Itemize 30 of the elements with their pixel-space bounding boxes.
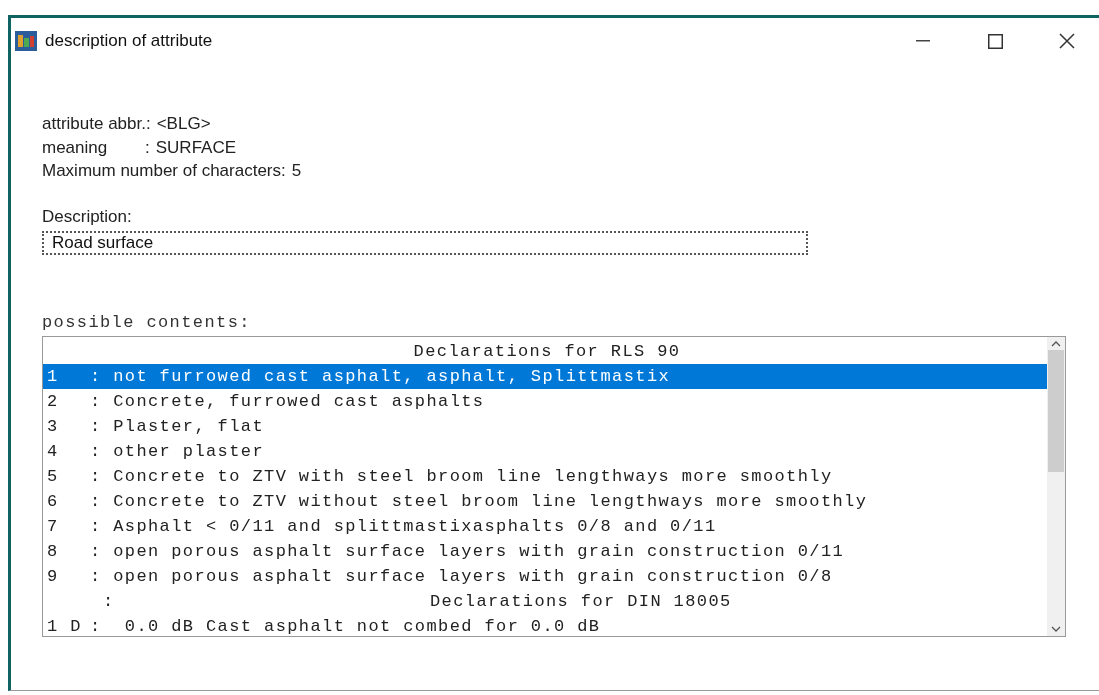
description-field[interactable]: Road surface (42, 230, 808, 255)
list-header-row[interactable]: : Declarations for DIN 18005 (43, 588, 1047, 614)
window-title: description of attribute (45, 31, 214, 51)
list-row[interactable]: 9 : open porous asphalt surface layers with grain construction 0/8 (43, 563, 1047, 589)
description-label: Description: (42, 206, 133, 227)
scrollbar[interactable] (1047, 336, 1065, 636)
info-label: meaning : (42, 136, 150, 159)
list-row[interactable]: 4 : other plaster (43, 438, 1047, 464)
list-row[interactable]: 1 : not furrowed cast asphalt, asphalt, Splittmastix (43, 363, 1047, 389)
info-value: <BLG> (156, 113, 211, 135)
info-value: 5 (291, 160, 302, 182)
app-icon (15, 31, 37, 51)
maximize-icon (987, 33, 1003, 49)
contents-label: possible contents: (42, 312, 252, 332)
list-row[interactable]: 6 : Concrete to ZTV without steel broom line lengthways more smoothly (43, 488, 1047, 514)
list-row[interactable]: 8 : open porous asphalt surface layers with grain construction 0/11 (43, 538, 1047, 564)
list-row[interactable]: 2 : Concrete, furrowed cast asphalts (43, 388, 1047, 414)
list-row[interactable]: 7 : Asphalt < 0/11 and splittmastixasphalts 0/8 and 0/11 (43, 513, 1047, 539)
minimize-icon (916, 40, 930, 42)
info-value: SURFACE (155, 136, 237, 159)
scrollbar-thumb[interactable] (1048, 350, 1064, 472)
info-label: attribute abbr.: (42, 113, 151, 135)
close-icon (1059, 33, 1075, 49)
list-row[interactable]: 3 : Plaster, flat (43, 413, 1047, 439)
list-row[interactable]: 1 D : 0.0 dB Cast asphalt not combed for 0.0 dB (43, 613, 1047, 639)
info-label: Maximum number of characters: (42, 160, 286, 182)
list-row[interactable]: 5 : Concrete to ZTV with steel broom line lengthways more smoothly (43, 463, 1047, 489)
list-header-row[interactable]: Declarations for RLS 90 (43, 338, 1047, 364)
scroll-up-icon[interactable] (1051, 340, 1061, 347)
scroll-down-icon[interactable] (1051, 625, 1061, 632)
